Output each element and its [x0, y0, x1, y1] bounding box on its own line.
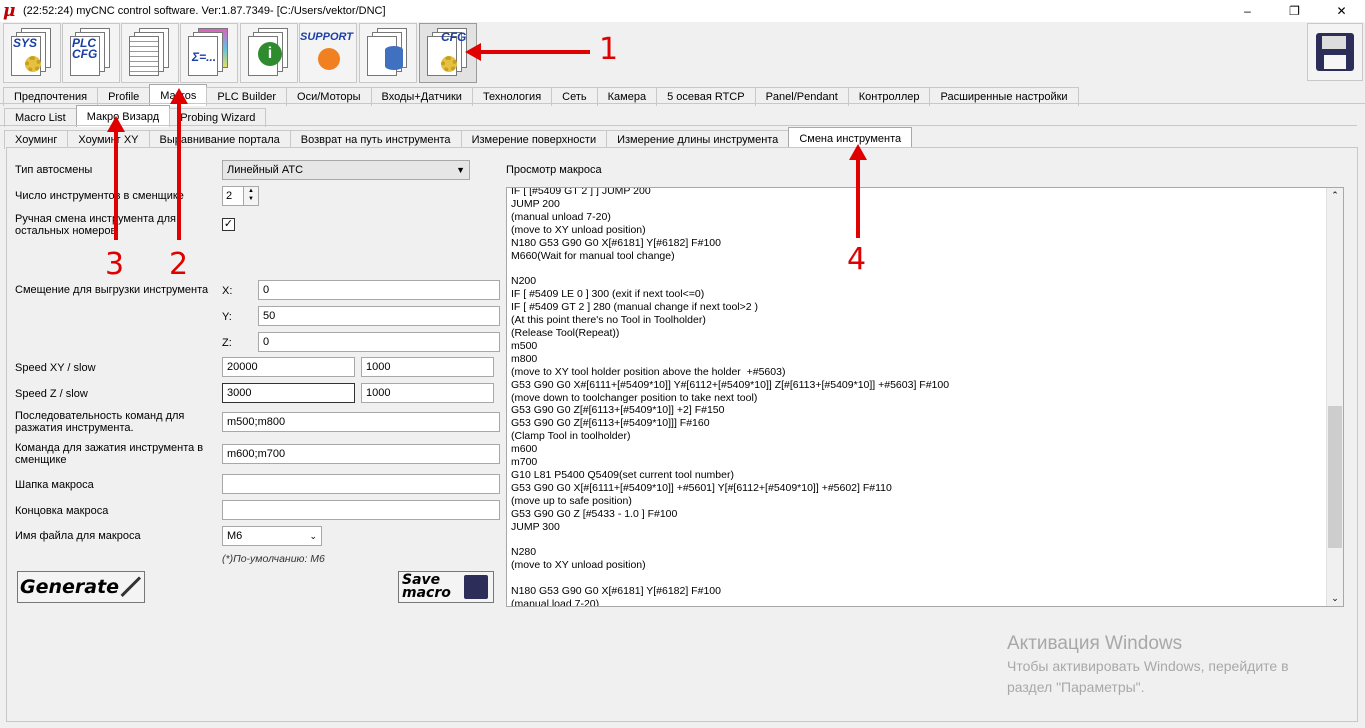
- plc-cfg-icon: PLC CFG: [70, 28, 112, 78]
- macro-code-text: IF [ [#5409 GT 2 ] ] JUMP 200 JUMP 200 (…: [511, 187, 950, 607]
- gear-icon: [441, 56, 457, 72]
- unload-z-input[interactable]: 0: [258, 332, 500, 352]
- tool-count-stepper[interactable]: 2 ▲ ▼: [222, 186, 259, 206]
- speed-z-input[interactable]: 3000: [222, 383, 355, 403]
- close-button[interactable]: ✕: [1318, 0, 1365, 22]
- speed-z-slow-input[interactable]: 1000: [361, 383, 494, 403]
- save-macro-button[interactable]: Save macro: [398, 571, 494, 603]
- window-controls: – ❐ ✕: [1224, 0, 1365, 22]
- annotation-arrow-1: [478, 50, 590, 54]
- unclamp-label: Последовательность команд для разжатия и…: [15, 410, 185, 434]
- annotation-label-1: 1: [599, 32, 619, 67]
- manual-change-label: Ручная смена инструмента для остальных н…: [15, 213, 176, 237]
- window-title: (22:52:24) myCNC control software. Ver:1…: [23, 5, 386, 17]
- atc-type-label: Тип автосмены: [15, 164, 93, 176]
- macros-tabs: Macro List Макро Визард Probing Wizard: [4, 105, 267, 127]
- annotation-label-4: 4: [847, 242, 867, 277]
- scrollbar-thumb[interactable]: [1328, 406, 1342, 548]
- header-input[interactable]: [222, 474, 500, 494]
- annotation-arrow-3: [114, 130, 118, 240]
- save-config-button[interactable]: [1307, 23, 1363, 81]
- z-label: Z:: [222, 337, 232, 349]
- y-label: Y:: [222, 311, 232, 323]
- documents-button[interactable]: [121, 23, 179, 83]
- formula-icon: Σ=...: [188, 28, 230, 78]
- minimize-button[interactable]: –: [1224, 0, 1271, 22]
- unload-offset-label: Смещение для выгрузки инструмента: [15, 284, 209, 296]
- maximize-button[interactable]: ❐: [1271, 0, 1318, 22]
- speed-xy-slow-input[interactable]: 1000: [361, 357, 494, 377]
- speed-z-label: Speed Z / slow: [15, 388, 88, 400]
- annotation-arrow-2: [177, 102, 181, 240]
- speed-xy-input[interactable]: 20000: [222, 357, 355, 377]
- stepper-arrows-icon[interactable]: ▲ ▼: [243, 187, 258, 205]
- manual-change-checkbox[interactable]: ✓: [222, 218, 235, 231]
- scroll-up-icon[interactable]: ⌃: [1327, 190, 1343, 201]
- footer-input[interactable]: [222, 500, 500, 520]
- floppy-disk-icon: [464, 575, 488, 599]
- macro-preview-textarea[interactable]: IF [ [#5409 GT 2 ] ] JUMP 200 JUMP 200 (…: [506, 187, 1344, 607]
- header-label: Шапка макроса: [15, 479, 94, 491]
- filename-label: Имя файла для макроса: [15, 530, 141, 542]
- gear-icon: [25, 56, 41, 72]
- x-label: X:: [222, 285, 233, 297]
- unload-y-input[interactable]: 50: [258, 306, 500, 326]
- filename-select[interactable]: M6 ⌄: [222, 526, 322, 546]
- floppy-disk-icon: [1316, 33, 1354, 71]
- phone-icon: [318, 48, 340, 70]
- info-icon: i: [248, 28, 290, 78]
- generate-button[interactable]: Generate: [17, 571, 145, 603]
- activation-watermark-line2: раздел "Параметры".: [1007, 679, 1145, 695]
- support-button[interactable]: SUPPORT: [299, 23, 357, 83]
- preview-scrollbar[interactable]: ⌃ ⌄: [1326, 188, 1343, 606]
- wizard-tabs: Хоуминг Хоуминг XY Выравнивание портала Воз…: [4, 127, 913, 149]
- scroll-down-icon[interactable]: ⌄: [1327, 593, 1343, 604]
- formula-button[interactable]: Σ=...: [180, 23, 238, 83]
- unload-x-input[interactable]: 0: [258, 280, 500, 300]
- chevron-down-icon: ⌄: [309, 531, 317, 541]
- cfg-icon: CFG: [427, 28, 469, 78]
- preview-label: Просмотр макроса: [506, 164, 602, 176]
- clamp-label: Команда для зажатия инструмента в сменщи…: [15, 442, 204, 466]
- sys-icon: SYS: [11, 28, 53, 78]
- speed-xy-label: Speed XY / slow: [15, 362, 96, 374]
- footer-label: Концовка макроса: [15, 505, 109, 517]
- app-logo-icon: μ: [3, 1, 16, 21]
- documents-icon: [129, 28, 171, 78]
- tool-count-label: Число инструментов в сменщике: [15, 190, 184, 202]
- plc-config-button[interactable]: PLC CFG: [62, 23, 120, 83]
- atc-type-select[interactable]: Линейный ATC ▼: [222, 160, 470, 180]
- title-bar: μ (22:52:24) myCNC control software. Ver…: [0, 0, 1365, 22]
- support-icon: SUPPORT: [300, 28, 356, 78]
- annotation-label-3: 3: [105, 247, 125, 282]
- annotation-arrow-4: [856, 158, 860, 238]
- database-button[interactable]: [359, 23, 417, 83]
- magic-wand-icon: [120, 576, 142, 597]
- sys-config-button[interactable]: SYS: [3, 23, 61, 83]
- info-button[interactable]: i: [240, 23, 298, 83]
- main-toolbar: SYS PLC CFG Σ=... i SUPPORT CFG: [0, 22, 1365, 84]
- activation-watermark-title: Активация Windows: [1007, 633, 1183, 654]
- clamp-input[interactable]: m600;m700: [222, 444, 500, 464]
- activation-watermark-line1: Чтобы активировать Windows, перейдите в: [1007, 658, 1289, 674]
- chevron-down-icon: ▼: [456, 165, 465, 175]
- database-icon: [367, 28, 409, 78]
- annotation-label-2: 2: [169, 247, 189, 282]
- default-note: (*)По-умолчанию: M6: [222, 553, 325, 565]
- unclamp-input[interactable]: m500;m800: [222, 412, 500, 432]
